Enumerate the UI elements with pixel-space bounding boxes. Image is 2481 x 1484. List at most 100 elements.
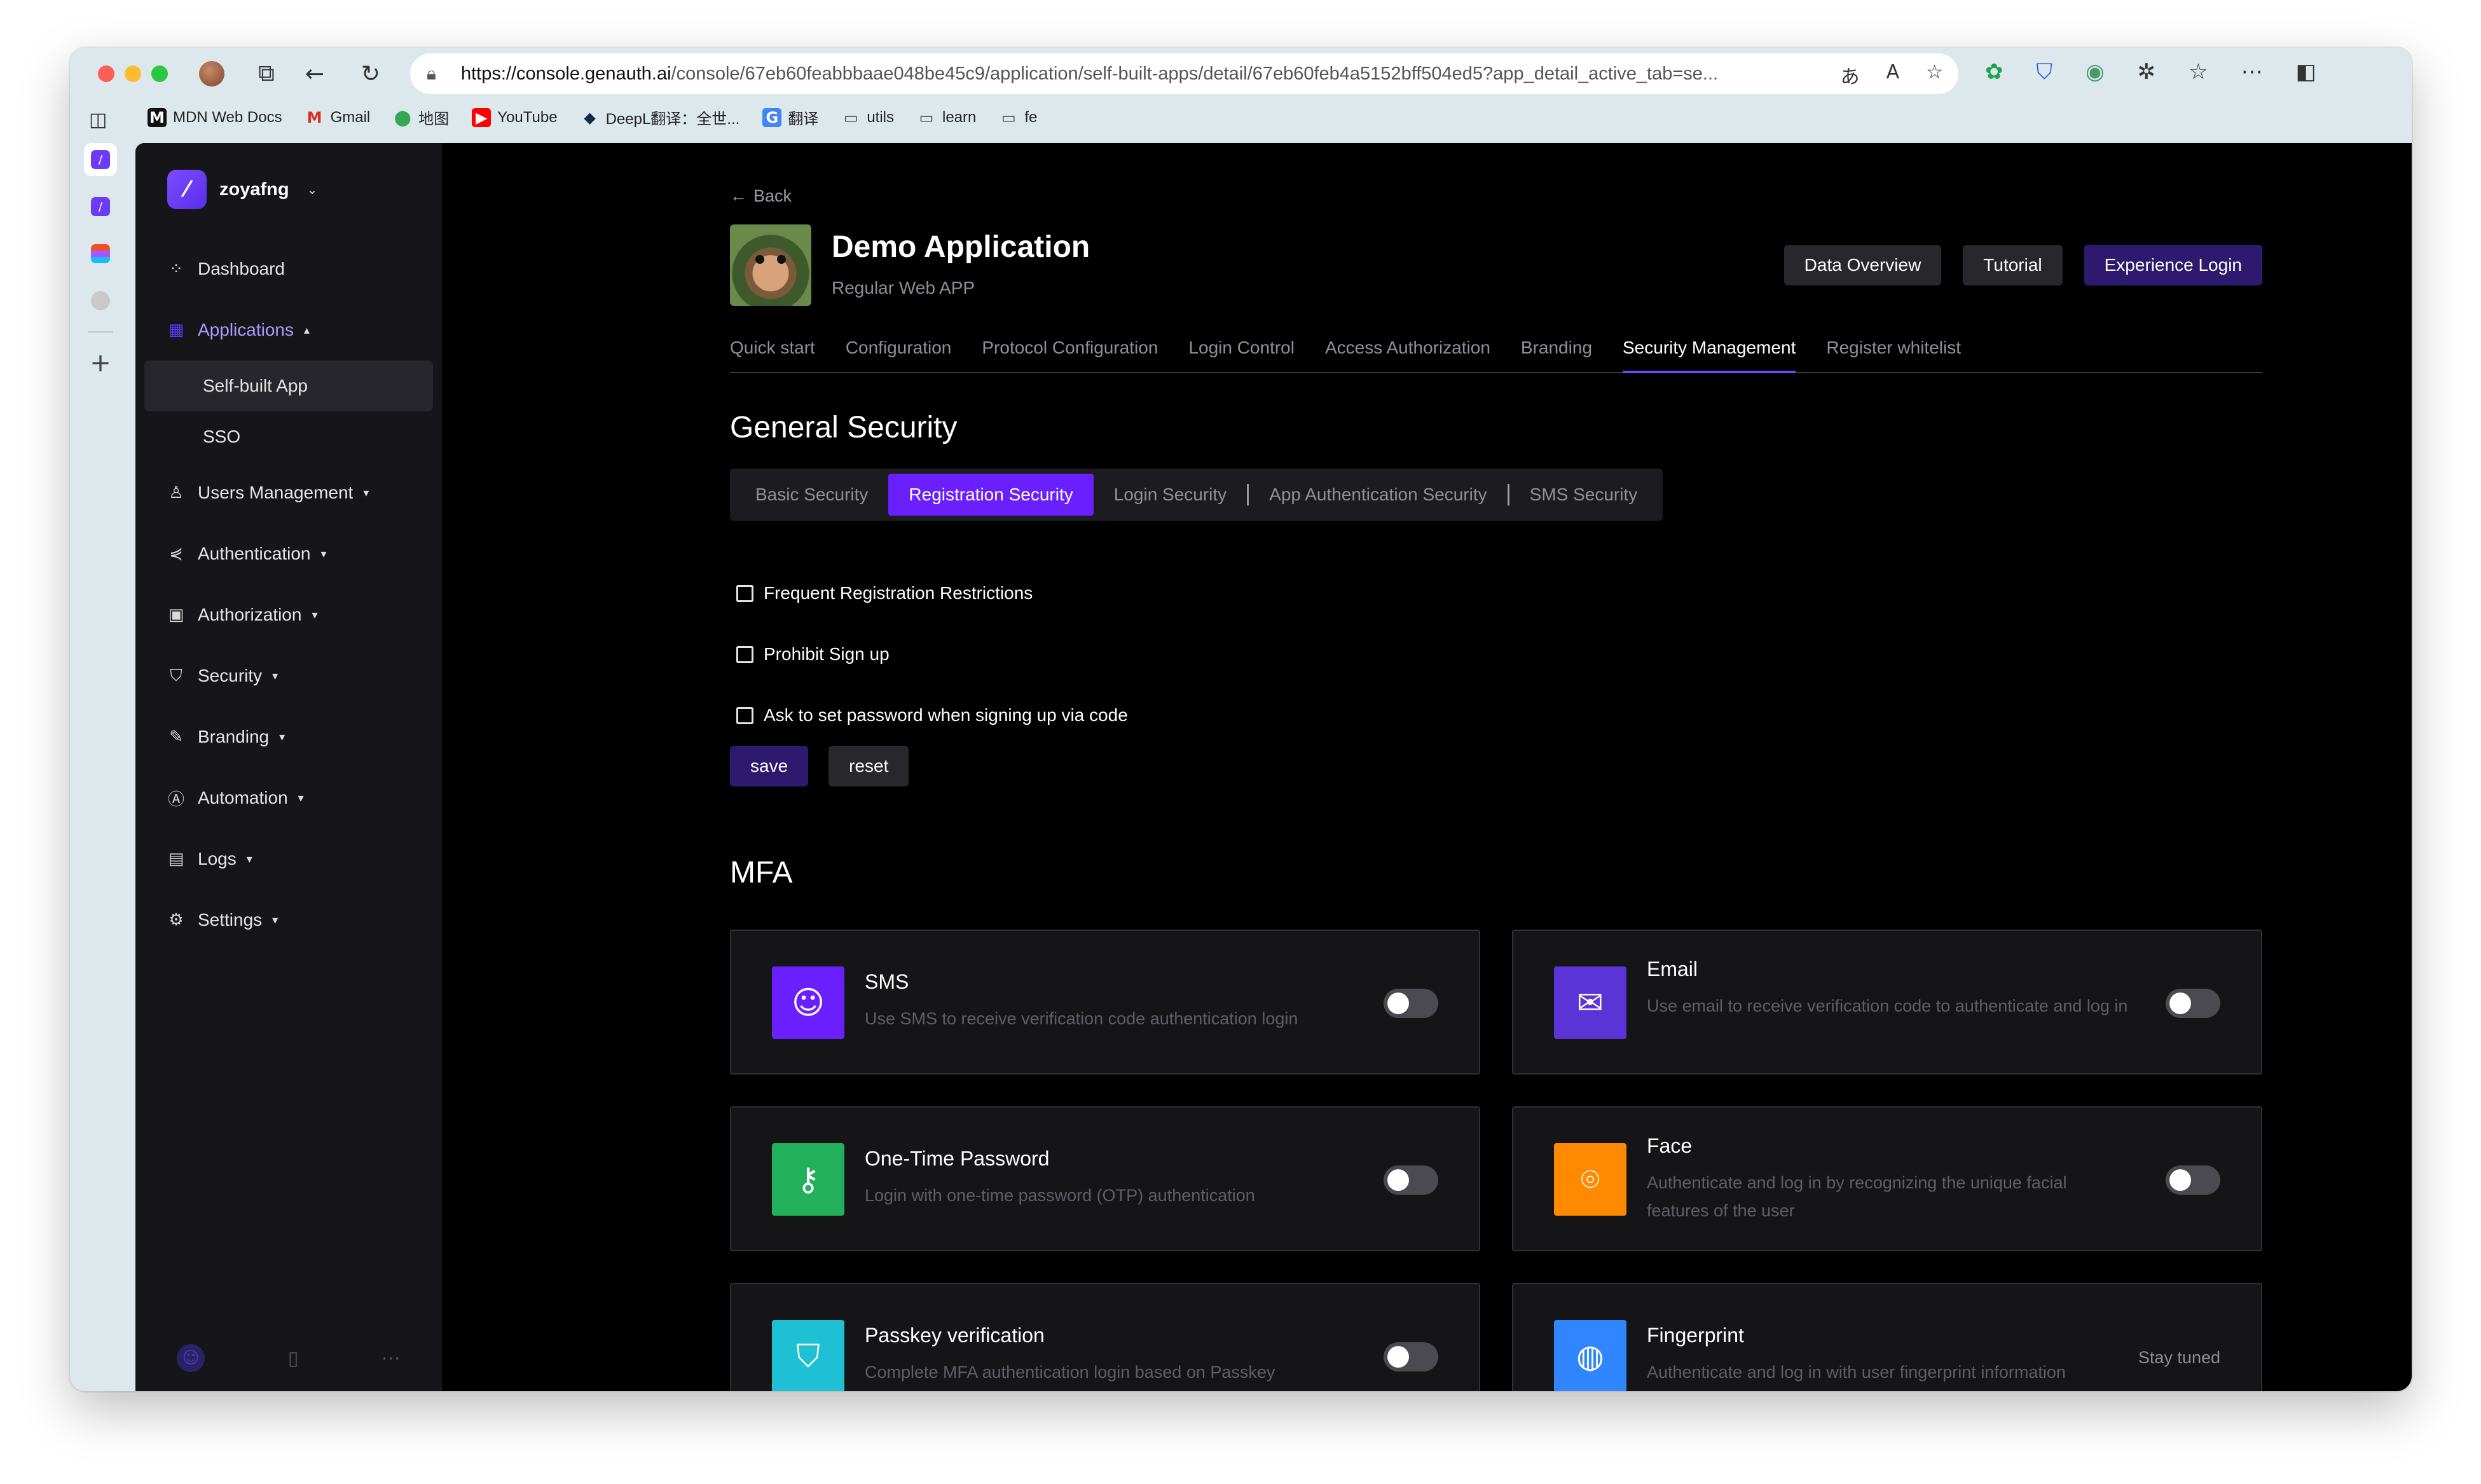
back-arrow-icon[interactable]: ← [300,59,329,88]
sidebar-toggle-icon[interactable]: ◧ [2296,59,2316,85]
passkey-shield-icon: ⛉ [772,1320,844,1391]
tab-access-authorization[interactable]: Access Authorization [1325,338,1490,372]
extensions-puzzle-icon[interactable]: ✲ [2138,59,2156,85]
read-aloud-icon[interactable]: A [1887,61,1900,89]
more-options-icon[interactable]: ⋯ [381,1347,401,1370]
assistant-bot-icon[interactable]: ☺ [177,1344,205,1372]
bookmark-icon: ◆ [584,108,596,127]
mfa-card-fingerprint: ◍ Fingerprint Authenticate and log in with… [1512,1283,2262,1391]
checkbox[interactable] [736,706,753,724]
minimize-window-button[interactable] [125,65,141,82]
user-icon: ♙ [168,483,184,502]
address-bar[interactable]: 🔒︎ https://console.genauth.ai/console/67… [410,53,1958,94]
sidebar-item-logs[interactable]: ▤ Logs ▾ [135,828,442,890]
checkbox-row-frequent-registration-restrictions[interactable]: Frequent Registration Restrictions [736,563,1128,624]
more-menu-icon[interactable]: ⋯ [2241,59,2263,85]
checkbox[interactable] [736,645,753,663]
close-window-button[interactable] [98,65,114,82]
subtab-registration-security[interactable]: Registration Security [888,474,1094,516]
mfa-toggle-switch[interactable] [2166,1165,2220,1195]
mfa-toggle-switch[interactable] [2166,989,2220,1018]
experience-login-button[interactable]: Experience Login [2084,245,2262,285]
page-title: Demo Application [832,230,1090,264]
tab-register-whitelist[interactable]: Register whitelist [1826,338,1961,372]
vertical-tab-genauth-active[interactable]: / [84,143,117,176]
translate-icon[interactable]: あ [1841,61,1860,89]
reload-icon[interactable]: ↻ [356,59,385,88]
tutorial-button[interactable]: Tutorial [1963,245,2063,285]
extension-icon-circle[interactable]: ◉ [2086,59,2105,85]
sidebar-item-dashboard[interactable]: ⁘ Dashboard [135,238,442,299]
sidebar-item-settings[interactable]: ⚙ Settings ▾ [135,890,442,951]
bookmark-deepl[interactable]: ◆ DeepL翻译：全世... [581,106,739,128]
sidebar-item-users-management[interactable]: ♙ Users Management ▾ [135,462,442,523]
org-switcher[interactable]: ⁄ zoyafng ⌄ [167,170,317,209]
mfa-toggle-switch[interactable] [1384,1165,1438,1195]
sidebar-item-applications[interactable]: ▦ Applications ▴ [135,299,442,361]
subtab-app-authentication-security[interactable]: App Authentication Security [1249,474,1507,516]
extension-icon-shield[interactable]: ⛉ [2037,59,2053,85]
sidebar-item-automation[interactable]: Ⓐ Automation ▾ [135,767,442,828]
profile-avatar[interactable] [197,59,226,88]
favorite-star-icon[interactable]: ☆ [1926,61,1943,89]
bookmark-icon: G [762,107,782,127]
tab-login-control[interactable]: Login Control [1188,338,1295,372]
data-overview-button[interactable]: Data Overview [1783,245,1942,285]
subtab-sms-security[interactable]: SMS Security [1509,474,1658,516]
app-type-subtitle: Regular Web APP [832,278,975,298]
sidebar-item-branding[interactable]: ✎ Branding ▾ [135,706,442,767]
mfa-card-title: SMS [865,970,909,993]
vertical-tab-avatar[interactable] [84,284,117,317]
mfa-card-title: Passkey verification [865,1324,1045,1347]
tab-configuration[interactable]: Configuration [846,338,952,372]
subtab-basic-security[interactable]: Basic Security [735,474,888,516]
security-subtabs: Basic Security Registration Security Login… [730,469,1663,521]
save-button[interactable]: save [730,746,809,787]
new-tab-plus-icon[interactable]: + [84,347,117,380]
mfa-toggle-switch[interactable] [1384,1342,1438,1371]
chevron-down-icon: ▾ [279,730,285,744]
sidebar-item-authorization[interactable]: ▣ Authorization ▾ [135,584,442,645]
extension-icon-green[interactable]: ✿ [1985,59,2003,85]
back-label: Back [753,186,792,205]
favorites-list-icon[interactable]: ☆ [2189,59,2208,85]
checkbox[interactable] [736,584,753,602]
tab-protocol-configuration[interactable]: Protocol Configuration [982,338,1158,372]
tab-quick-start[interactable]: Quick start [730,338,815,372]
sidebar-item-authentication[interactable]: ⋞ Authentication ▾ [135,523,442,584]
reset-button[interactable]: reset [828,746,909,787]
maximize-window-button[interactable] [151,65,168,82]
bookmark-fe[interactable]: ▭ fe [999,108,1037,127]
sidebar-subitem-sso[interactable]: SSO [144,411,433,462]
bookmark-item[interactable]: ⬤ 地图 [393,106,449,128]
checkbox-row-ask-to-set-password-when-signing-up-via-code[interactable]: Ask to set password when signing up via … [736,685,1128,746]
bookmark-icon: ▭ [843,108,858,127]
mfa-card-title: Fingerprint [1647,1324,1744,1347]
back-link[interactable]: ← Back [730,186,792,206]
url-text[interactable]: https://console.genauth.ai/console/67eb6… [461,64,1718,85]
vertical-tabs-icon[interactable]: ◫ [89,109,112,132]
tab-security-management[interactable]: Security Management [1623,338,1796,373]
site-info-icon[interactable]: 🔒︎ [427,63,452,85]
bookmark-learn[interactable]: ▭ learn [917,108,977,127]
mfa-toggle-switch[interactable] [1384,989,1438,1018]
bookmark-mdn-web-docs[interactable]: M MDN Web Docs [148,107,282,127]
brush-icon: ✎ [169,727,183,746]
bookmark-item[interactable]: G 翻译 [762,106,818,128]
bookmark-label: 地图 [418,111,450,128]
vertical-tab-figma[interactable] [84,237,117,270]
vertical-tab-genauth[interactable]: / [84,190,117,223]
checkbox-label: Frequent Registration Restrictions [764,583,1033,603]
tab-branding[interactable]: Branding [1521,338,1592,372]
checkbox-row-prohibit-sign-up[interactable]: Prohibit Sign up [736,624,1128,685]
sidebar-item-security[interactable]: ⛉ Security ▾ [135,645,442,706]
subtab-login-security[interactable]: Login Security [1094,474,1247,516]
sidebar-subitem-self-built-app[interactable]: Self-built App [144,361,433,411]
bookmark-youtube[interactable]: ▶ YouTube [472,107,558,127]
back-arrow-icon: ← [730,186,747,205]
mfa-card-face: ⌾ Face Authenticate and log in by recogniz… [1512,1106,2262,1251]
book-icon[interactable]: ▯ [288,1347,299,1370]
bookmark-utils[interactable]: ▭ utils [841,108,894,127]
bookmark-gmail[interactable]: M Gmail [305,108,371,127]
tab-groups-icon[interactable]: ⧉ [252,59,281,88]
